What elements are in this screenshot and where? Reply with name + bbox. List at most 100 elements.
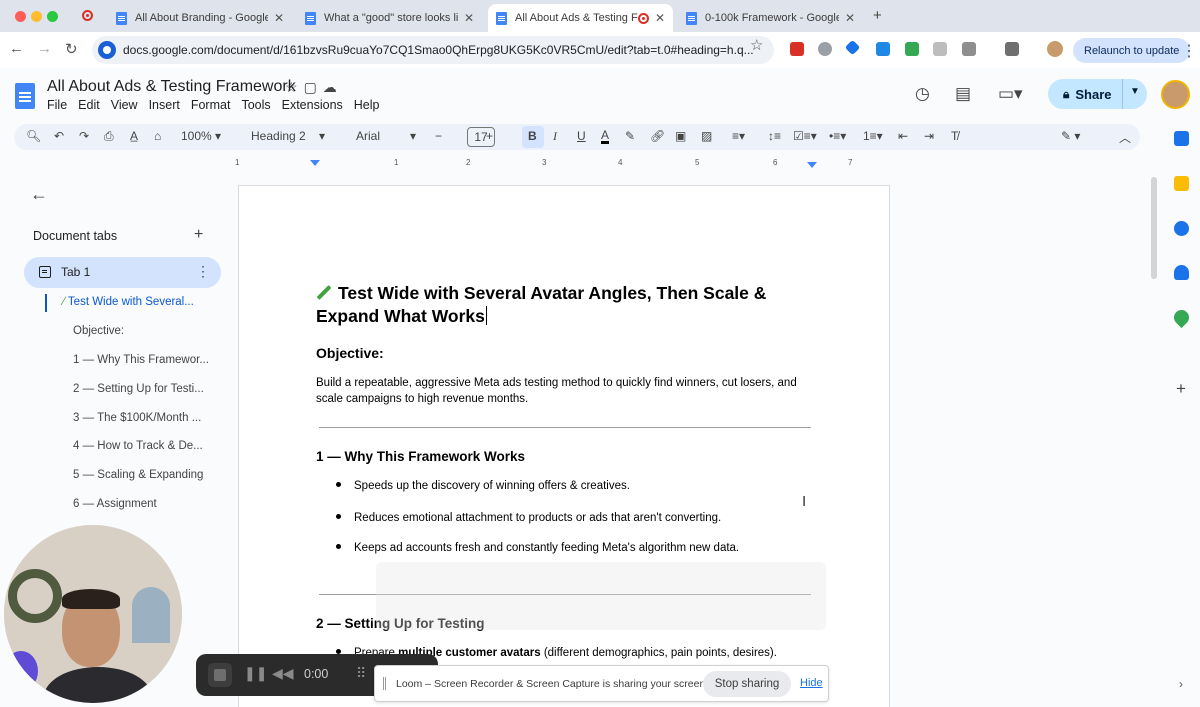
tab-options-icon[interactable]: ⋮: [196, 263, 210, 280]
browser-menu-icon[interactable]: ⋮: [1181, 41, 1197, 61]
highlight-color-icon[interactable]: ✎: [625, 129, 635, 143]
menu-edit[interactable]: Edit: [78, 98, 100, 112]
close-tab-icon[interactable]: ✕: [655, 11, 665, 25]
font-select[interactable]: Arial ▾: [356, 129, 416, 143]
add-comment-icon[interactable]: ▣: [675, 129, 686, 143]
section-1-heading[interactable]: 1 — Why This Framework Works: [316, 449, 525, 464]
clear-formatting-icon[interactable]: T̸: [951, 129, 958, 143]
outline-item-heading[interactable]: ⁄ Test Wide with Several...: [63, 296, 194, 308]
list-item[interactable]: Keeps ad accounts fresh and constantly f…: [336, 542, 739, 554]
move-folder-icon[interactable]: ▢: [304, 79, 323, 95]
hide-notification-link[interactable]: Hide: [800, 677, 823, 689]
menu-extensions[interactable]: Extensions: [282, 98, 343, 112]
extension-grid-icon[interactable]: [905, 42, 919, 56]
list-item[interactable]: Speeds up the discovery of winning offer…: [336, 480, 630, 492]
extension-new-icon[interactable]: [790, 42, 804, 56]
share-button[interactable]: 🔒︎ Share ▼: [1048, 79, 1147, 109]
site-info-icon[interactable]: [98, 41, 116, 59]
calendar-icon[interactable]: [1174, 131, 1189, 146]
outline-item-section-2[interactable]: 2 — Setting Up for Testi...: [73, 383, 204, 395]
close-window-button[interactable]: [15, 11, 26, 22]
drag-grip-icon[interactable]: [383, 677, 386, 690]
left-indent-marker-icon[interactable]: [310, 160, 320, 166]
extension-code-icon[interactable]: [933, 42, 947, 56]
version-history-icon[interactable]: ◷: [915, 84, 930, 104]
share-options-chevron-icon[interactable]: ▼: [1130, 86, 1140, 97]
numbered-list-icon[interactable]: 1≡▾: [863, 129, 883, 143]
increase-font-size-icon[interactable]: +: [486, 129, 493, 143]
outline-item-section-4[interactable]: 4 — How to Track & De...: [73, 440, 203, 452]
menu-insert[interactable]: Insert: [149, 98, 180, 112]
star-icon[interactable]: ☆: [285, 79, 304, 95]
new-tab-icon[interactable]: +: [873, 7, 882, 24]
italic-icon[interactable]: I: [553, 129, 557, 144]
bulleted-list-icon[interactable]: •≡▾: [829, 129, 846, 143]
drag-handle-icon[interactable]: ⠿: [356, 665, 366, 682]
outline-item-objective[interactable]: Objective:: [73, 325, 124, 337]
browser-tab-branding[interactable]: All About Branding - Google ✕: [108, 4, 292, 32]
objective-heading[interactable]: Objective:: [316, 345, 384, 361]
maps-icon[interactable]: [1170, 306, 1193, 329]
hide-menus-chevron-icon[interactable]: ︿: [1119, 129, 1131, 146]
extensions-puzzle-icon[interactable]: [962, 42, 976, 56]
stop-sharing-button[interactable]: Stop sharing: [703, 671, 791, 697]
undo-icon[interactable]: ↶: [54, 129, 64, 143]
close-tab-icon[interactable]: ✕: [464, 11, 474, 25]
forward-icon[interactable]: →: [37, 40, 52, 57]
pause-icon[interactable]: ❚❚: [244, 665, 267, 682]
show-side-panel-chevron-icon[interactable]: ›: [1179, 677, 1183, 691]
reload-icon[interactable]: ↻: [65, 40, 78, 58]
close-tab-icon[interactable]: ✕: [274, 11, 284, 25]
restart-icon[interactable]: ◀◀: [272, 665, 294, 682]
google-docs-logo-icon[interactable]: [15, 83, 35, 109]
add-tab-icon[interactable]: +: [194, 226, 203, 244]
checklist-icon[interactable]: ☑≡▾: [793, 129, 817, 143]
comments-icon[interactable]: ▤: [955, 84, 971, 104]
get-add-ons-icon[interactable]: +: [1176, 379, 1186, 399]
document-scrollbar[interactable]: [1151, 177, 1157, 279]
bold-icon[interactable]: B: [528, 129, 537, 143]
decrease-font-size-icon[interactable]: −: [435, 129, 442, 143]
extension-tag-icon[interactable]: [844, 39, 861, 56]
webcam-bubble[interactable]: [4, 525, 182, 703]
style-select[interactable]: Heading 2 ▾: [251, 129, 325, 143]
document-heading[interactable]: Test Wide with Several Avatar Angles, Th…: [316, 282, 796, 328]
stop-recording-button[interactable]: [208, 663, 232, 687]
bookmark-star-icon[interactable]: ☆: [750, 36, 763, 54]
close-panel-back-icon[interactable]: ←: [30, 184, 48, 205]
insert-link-icon[interactable]: 🔗︎: [650, 129, 665, 143]
extension-chart-icon[interactable]: [876, 42, 890, 56]
address-bar[interactable]: docs.google.com/document/d/161bzvsRu9cua…: [92, 36, 774, 64]
back-icon[interactable]: ←: [9, 40, 24, 57]
menu-format[interactable]: Format: [191, 98, 231, 112]
search-menus-icon[interactable]: 🔍︎: [26, 129, 41, 143]
outline-item-section-1[interactable]: 1 — Why This Framewor...: [73, 354, 209, 366]
minimize-window-button[interactable]: [31, 11, 42, 22]
editing-mode-icon[interactable]: ✎ ▾: [1061, 129, 1080, 143]
outline-item-section-6[interactable]: 6 — Assignment: [73, 498, 157, 510]
redo-icon[interactable]: ↷: [79, 129, 89, 143]
align-icon[interactable]: ≡▾: [732, 129, 745, 143]
menu-help[interactable]: Help: [354, 98, 380, 112]
account-avatar[interactable]: [1161, 80, 1190, 109]
tasks-icon[interactable]: [1174, 221, 1189, 236]
document-title[interactable]: All About Ads & Testing Framework: [47, 78, 296, 96]
meet-camera-icon[interactable]: ▭▾: [998, 84, 1023, 104]
horizontal-ruler[interactable]: 1 1 2 3 4 5 6 7: [235, 156, 890, 170]
browser-tab-good-store[interactable]: What a "good" store looks lik ✕: [297, 4, 482, 32]
doc-tab-1[interactable]: Tab 1 ⋮: [24, 257, 221, 288]
maximize-window-button[interactable]: [47, 11, 58, 22]
recording-tab-icon[interactable]: [82, 10, 93, 21]
objective-paragraph[interactable]: Build a repeatable, aggressive Meta ads …: [316, 375, 816, 407]
underline-icon[interactable]: U: [577, 129, 586, 143]
list-item[interactable]: Reduces emotional attachment to products…: [336, 512, 721, 524]
relaunch-to-update-button[interactable]: Relaunch to update: [1073, 38, 1191, 63]
line-spacing-icon[interactable]: ↕≡: [768, 129, 781, 143]
print-icon[interactable]: ⎙: [104, 129, 114, 144]
text-color-icon[interactable]: A: [601, 129, 610, 144]
outline-item-section-3[interactable]: 3 — The $100K/Month ...: [73, 412, 201, 424]
right-indent-marker-icon[interactable]: [807, 162, 817, 168]
tab-search-icon[interactable]: [1005, 42, 1019, 56]
contacts-icon[interactable]: [1174, 265, 1189, 280]
cloud-status-icon[interactable]: ☁: [323, 79, 343, 95]
